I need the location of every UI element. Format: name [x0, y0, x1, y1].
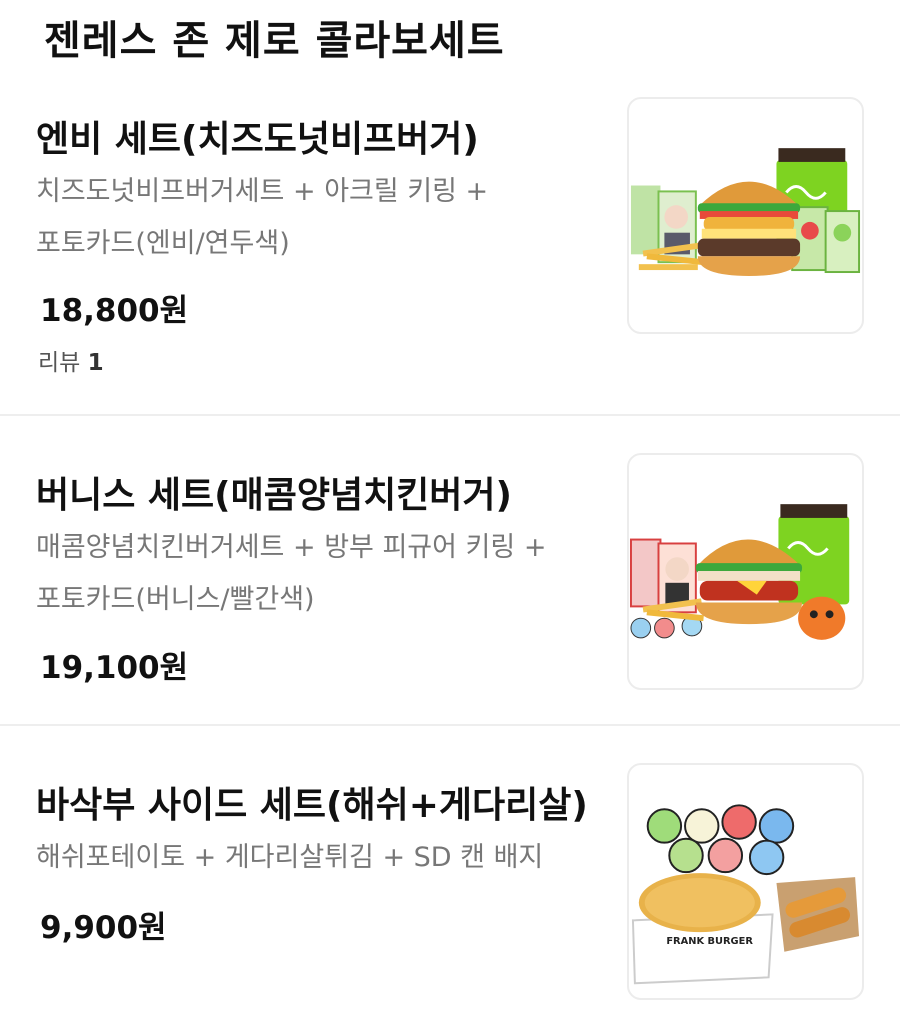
- item-description: 매콤양념치킨버거세트 + 방부 피규어 키링 + 포토카드(버니스/빨간색): [36, 522, 596, 626]
- item-description: 치즈도넛비프버거세트 + 아크릴 키링 + 포토카드(엔비/연두색): [36, 166, 596, 270]
- item-price: 9,900원: [40, 910, 167, 946]
- item-name: 바삭부 사이드 세트(해쉬+게다리살): [36, 785, 588, 826]
- item-description-line: 매콤양념치킨버거세트 + 방부 피규어 키링 +: [36, 532, 547, 563]
- item-description: 해쉬포테이토 + 게다리살튀김 + SD 캔 배지: [36, 832, 596, 884]
- review-number: 1: [87, 350, 104, 376]
- item-thumbnail-image: [627, 453, 864, 690]
- menu-item-burnice-set[interactable]: 버니스 세트(매콤양념치킨버거) 매콤양념치킨버거세트 + 방부 피규어 키링 …: [0, 416, 900, 724]
- item-name: 엔비 세트(치즈도넛비프버거): [36, 119, 479, 160]
- item-thumbnail-image: FRANK BURGER: [627, 763, 864, 1000]
- review-label: 리뷰: [38, 350, 81, 376]
- item-description-line: 해쉬포테이토 + 게다리살튀김 + SD 캔 배지: [36, 842, 544, 873]
- item-price: 19,100원: [40, 650, 189, 686]
- item-thumbnail-image: [627, 97, 864, 334]
- review-count: 리뷰 1: [38, 343, 104, 377]
- item-name: 버니스 세트(매콤양념치킨버거): [36, 475, 512, 516]
- item-description-line: 포토카드(버니스/빨간색): [36, 584, 315, 615]
- item-description-line: 포토카드(엔비/연두색): [36, 228, 290, 259]
- item-description-line: 치즈도넛비프버거세트 + 아크릴 키링 +: [36, 176, 489, 207]
- menu-item-side-set[interactable]: 바삭부 사이드 세트(해쉬+게다리살) 해쉬포테이토 + 게다리살튀김 + SD…: [0, 726, 900, 1019]
- brand-label: FRANK BURGER: [666, 936, 753, 947]
- item-price: 18,800원: [40, 293, 189, 329]
- menu-page: 젠레스 존 제로 콜라보세트 엔비 세트(치즈도넛비프버거) 치즈도넛비프버거세…: [0, 0, 900, 1019]
- menu-item-envy-set[interactable]: 엔비 세트(치즈도넛비프버거) 치즈도넛비프버거세트 + 아크릴 키링 + 포토…: [0, 0, 900, 414]
